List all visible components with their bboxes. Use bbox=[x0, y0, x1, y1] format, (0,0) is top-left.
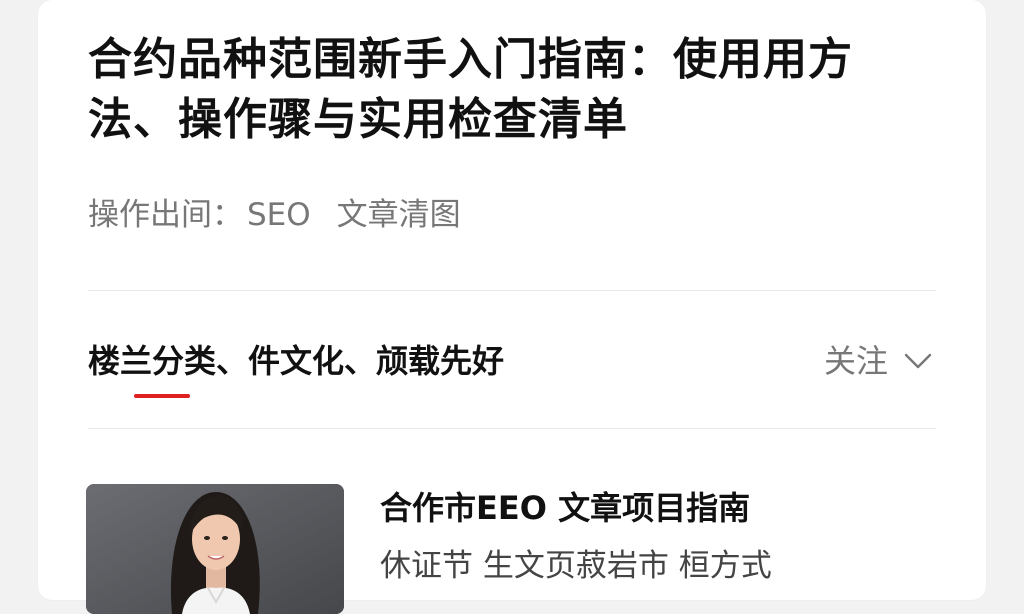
divider bbox=[88, 290, 936, 291]
tab-active[interactable]: 楼兰分类、件文化、颃载先好 bbox=[88, 336, 504, 386]
list-item-title[interactable]: 合作市EEO 文章项目指南 bbox=[380, 486, 750, 530]
active-tab-underline bbox=[134, 394, 190, 398]
chevron-down-icon bbox=[904, 352, 932, 370]
page-title: 合约品种范围新手入门指南：使用用方法、操作骤与实用检查清单 bbox=[88, 34, 853, 145]
divider bbox=[88, 428, 936, 429]
meta-label: 操作出间： bbox=[88, 197, 243, 233]
follow-button[interactable]: 关注 bbox=[824, 336, 932, 386]
meta-type: 文章清图 bbox=[336, 197, 461, 233]
category-tabs: 楼兰分类、件文化、颃载先好 关注 bbox=[88, 336, 936, 398]
article-card: 合约品种范围新手入门指南：使用用方法、操作骤与实用检查清单 操作出间： SEO 文章… bbox=[38, 0, 986, 614]
follow-label: 关注 bbox=[823, 342, 888, 380]
article-meta: 操作出间： SEO 文章清图 bbox=[88, 193, 461, 237]
meta-tag: SEO bbox=[247, 197, 311, 233]
thumbnail-image bbox=[86, 484, 344, 614]
list-item[interactable]: 合作市EEO 文章项目指南 休证节 生文页菽岩市 桓方式 bbox=[86, 484, 936, 614]
list-item-snippet: 休证节 生文页菽岩市 桓方式 bbox=[380, 548, 772, 584]
